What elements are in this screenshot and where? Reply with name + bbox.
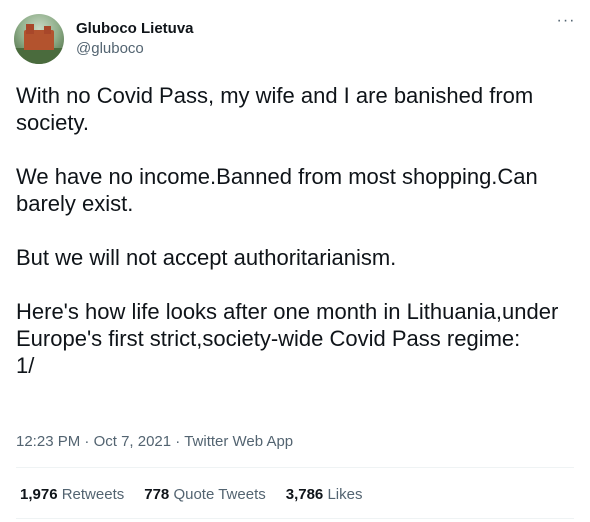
- divider: [16, 467, 574, 468]
- likes-stat[interactable]: 3,786 Likes: [286, 485, 363, 505]
- tweet-source[interactable]: Twitter Web App: [184, 433, 293, 450]
- display-name[interactable]: Gluboco Lietuva: [76, 19, 194, 38]
- tweet-meta: 12:23 PM · Oct 7, 2021 · Twitter Web App: [16, 432, 293, 452]
- retweets-label: Retweets: [61, 486, 125, 503]
- avatar-tower: [44, 26, 51, 34]
- tweet-paragraph: Here's how life looks after one month in…: [16, 299, 559, 351]
- retweets-stat[interactable]: 1,976 Retweets: [20, 485, 124, 505]
- tweet-stats: 1,976 Retweets 778 Quote Tweets 3,786 Li…: [20, 485, 382, 505]
- likes-label: Likes: [327, 486, 363, 503]
- tweet-date[interactable]: Oct 7, 2021: [94, 433, 172, 450]
- tweet-header: Gluboco Lietuva @gluboco: [14, 14, 194, 64]
- tweet-text: With no Covid Pass, my wife and I are ba…: [16, 82, 581, 379]
- tweet-paragraph: 1/: [16, 353, 35, 378]
- quote-tweets-stat[interactable]: 778 Quote Tweets: [144, 485, 265, 505]
- more-options-icon[interactable]: ···: [554, 13, 578, 34]
- retweets-count: 1,976: [20, 486, 58, 503]
- user-names: Gluboco Lietuva @gluboco: [76, 19, 194, 59]
- divider: [16, 518, 574, 519]
- tweet-paragraph: With no Covid Pass, my wife and I are ba…: [16, 83, 534, 135]
- tweet-paragraph: We have no income.Banned from most shopp…: [16, 164, 538, 216]
- tweet-card: Gluboco Lietuva @gluboco ··· With no Cov…: [0, 0, 590, 522]
- quote-tweets-label: Quote Tweets: [173, 486, 266, 503]
- likes-count: 3,786: [285, 486, 324, 503]
- avatar[interactable]: [14, 14, 64, 64]
- tweet-time[interactable]: 12:23 PM: [16, 433, 80, 450]
- tweet-paragraph: But we will not accept authoritarianism.: [16, 245, 397, 270]
- meta-separator: ·: [171, 433, 185, 450]
- avatar-tower: [26, 24, 34, 34]
- avatar-ground: [14, 48, 64, 64]
- meta-separator: ·: [80, 433, 94, 450]
- user-handle[interactable]: @gluboco: [76, 39, 194, 59]
- quote-tweets-count: 778: [144, 486, 170, 503]
